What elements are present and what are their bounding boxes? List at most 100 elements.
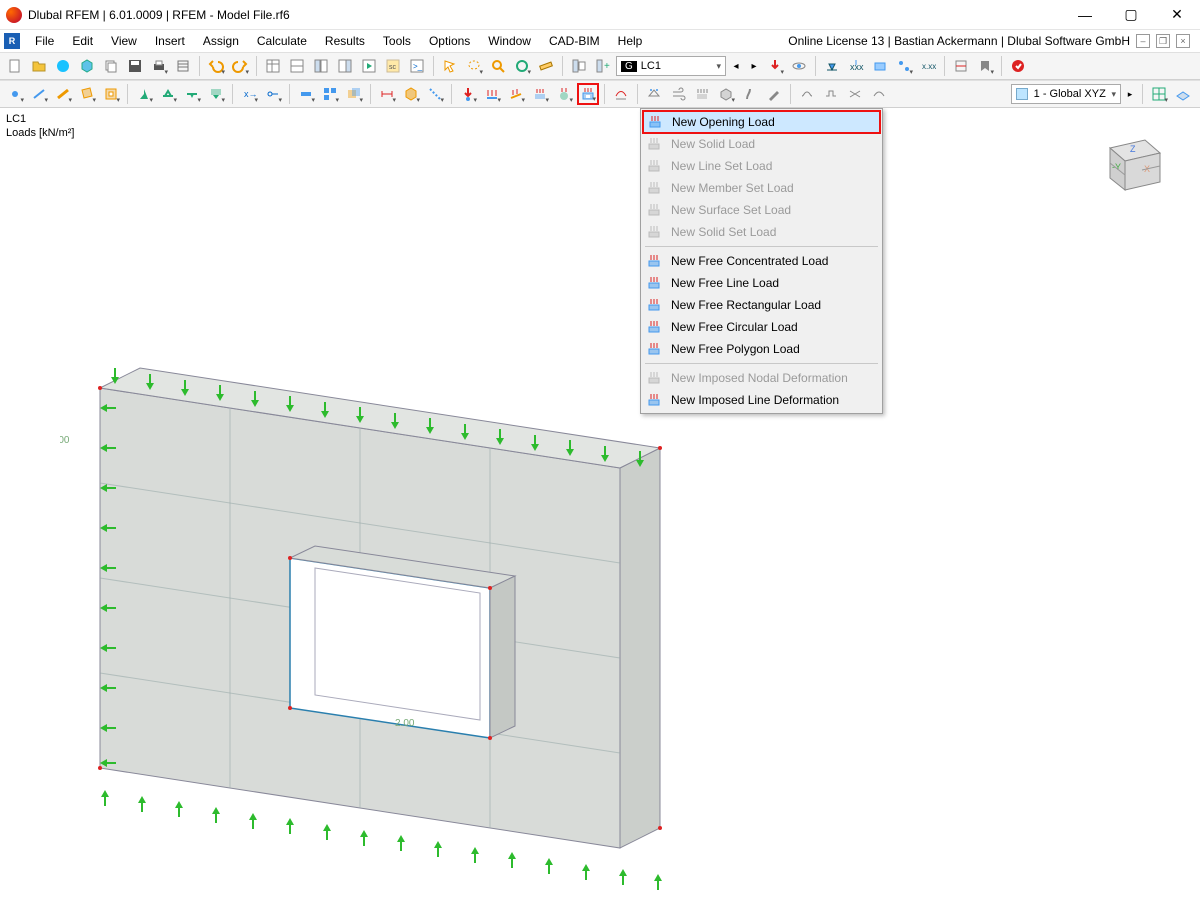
line-support-icon[interactable] [157, 83, 179, 105]
dimension-button[interactable] [376, 83, 398, 105]
menuitem-new-free-line-load[interactable]: New Free Line Load [643, 272, 880, 294]
loadcase-new-button[interactable]: + [592, 55, 614, 77]
generate-load-icon[interactable] [610, 83, 632, 105]
loadcase-nav-button[interactable] [568, 55, 590, 77]
coord-system-combo[interactable]: 1 - Global XYZ ▾ [1011, 84, 1121, 104]
measure-button[interactable] [535, 55, 557, 77]
display-values-button[interactable]: x.xx [917, 55, 939, 77]
nav-cube[interactable]: X -Y Z [1090, 128, 1170, 198]
new-button[interactable] [4, 55, 26, 77]
clip-button[interactable] [974, 55, 996, 77]
zoom-button[interactable] [511, 55, 533, 77]
snow-load-icon[interactable] [643, 83, 665, 105]
menu-view[interactable]: View [102, 32, 146, 50]
menu-calculate[interactable]: Calculate [248, 32, 316, 50]
menu-help[interactable]: Help [609, 32, 652, 50]
coord-next-button[interactable]: ▸ [1123, 83, 1137, 105]
print-button[interactable] [148, 55, 170, 77]
table-1-button[interactable] [262, 55, 284, 77]
member-support-icon[interactable] [181, 83, 203, 105]
intersect-button[interactable] [343, 83, 365, 105]
solid-load-gen-icon[interactable] [715, 83, 737, 105]
area-load-icon[interactable] [691, 83, 713, 105]
menu-window[interactable]: Window [479, 32, 540, 50]
cloud-button[interactable] [52, 55, 74, 77]
menu-cad-bim[interactable]: CAD-BIM [540, 32, 609, 50]
undo-button[interactable] [205, 55, 227, 77]
copy-button[interactable] [100, 55, 122, 77]
navigator-button[interactable] [310, 55, 332, 77]
menuitem-new-opening-load[interactable]: New Opening Load [642, 110, 881, 134]
run-button[interactable] [358, 55, 380, 77]
nodal-support-icon[interactable] [133, 83, 155, 105]
opening-load-dropdown-button[interactable] [577, 83, 599, 105]
script-button[interactable]: sc [382, 55, 404, 77]
solid-button[interactable] [400, 83, 422, 105]
block-button[interactable] [76, 55, 98, 77]
redo-button[interactable] [229, 55, 251, 77]
hinge-button[interactable]: x→ [238, 83, 260, 105]
member-load-icon[interactable] [505, 83, 527, 105]
app-menu-icon[interactable]: R [4, 33, 20, 49]
console-button[interactable]: >_ [406, 55, 428, 77]
display-numbering-button[interactable] [893, 55, 915, 77]
set-button[interactable] [319, 83, 341, 105]
mdi-restore-icon[interactable]: ❐ [1156, 34, 1170, 48]
load-dist-1-icon[interactable] [796, 83, 818, 105]
menu-assign[interactable]: Assign [194, 32, 248, 50]
menu-file[interactable]: File [26, 32, 63, 50]
viewport[interactable]: LC1 Loads [kN/m²] [0, 108, 1200, 900]
menuitem-new-free-circular-load[interactable]: New Free Circular Load [643, 316, 880, 338]
menu-insert[interactable]: Insert [146, 32, 194, 50]
mdi-minimize-icon[interactable]: – [1136, 34, 1150, 48]
surface-load-icon[interactable] [529, 83, 551, 105]
menuitem-new-free-polygon-load[interactable]: New Free Polygon Load [643, 338, 880, 360]
workplane-button[interactable] [1172, 83, 1194, 105]
wind-load-icon[interactable] [667, 83, 689, 105]
menu-results[interactable]: Results [316, 32, 374, 50]
menuitem-new-free-rectangular-load[interactable]: New Free Rectangular Load [643, 294, 880, 316]
load-dist-4-icon[interactable] [868, 83, 890, 105]
display-supports-button[interactable] [821, 55, 843, 77]
surface-support-icon[interactable] [205, 83, 227, 105]
member-button[interactable] [52, 83, 74, 105]
lc-next-button[interactable]: ▸ [746, 55, 762, 77]
open-button[interactable] [28, 55, 50, 77]
menu-edit[interactable]: Edit [63, 32, 102, 50]
settings-button[interactable] [172, 55, 194, 77]
panel-button[interactable] [334, 55, 356, 77]
node-button[interactable] [4, 83, 26, 105]
display-loads-arrows-button[interactable]: xxx [845, 55, 867, 77]
rigid-link-button[interactable] [295, 83, 317, 105]
edit-load-icon[interactable] [763, 83, 785, 105]
show-loads-button[interactable] [764, 55, 786, 77]
lc-prev-button[interactable]: ◂ [728, 55, 744, 77]
opening-button[interactable] [100, 83, 122, 105]
save-button[interactable] [124, 55, 146, 77]
menuitem-new-imposed-line-deformation[interactable]: New Imposed Line Deformation [643, 389, 880, 411]
section-line-button[interactable] [424, 83, 446, 105]
menuitem-new-free-concentrated-load[interactable]: New Free Concentrated Load [643, 250, 880, 272]
mdi-close-icon[interactable]: × [1176, 34, 1190, 48]
calculate-button[interactable] [1007, 55, 1029, 77]
select-poly-button[interactable] [439, 55, 461, 77]
display-solid-button[interactable] [869, 55, 891, 77]
maximize-button[interactable]: ▢ [1108, 0, 1154, 30]
select-lasso-button[interactable] [463, 55, 485, 77]
release-button[interactable] [262, 83, 284, 105]
section-button[interactable] [950, 55, 972, 77]
surface-button[interactable] [76, 83, 98, 105]
load-dist-3-icon[interactable] [844, 83, 866, 105]
line-button[interactable] [28, 83, 50, 105]
table-2-button[interactable] [286, 55, 308, 77]
nodal-load-icon[interactable] [457, 83, 479, 105]
show-results-button[interactable] [788, 55, 810, 77]
grid-button[interactable] [1148, 83, 1170, 105]
model-view[interactable]: 2.00 2.00 [60, 258, 700, 898]
close-button[interactable]: ✕ [1154, 0, 1200, 30]
line-load-icon[interactable] [481, 83, 503, 105]
imperfection-icon[interactable] [739, 83, 761, 105]
menu-options[interactable]: Options [420, 32, 479, 50]
loadcase-combo[interactable]: G LC1 ▾ [616, 56, 726, 76]
minimize-button[interactable]: ― [1062, 0, 1108, 30]
